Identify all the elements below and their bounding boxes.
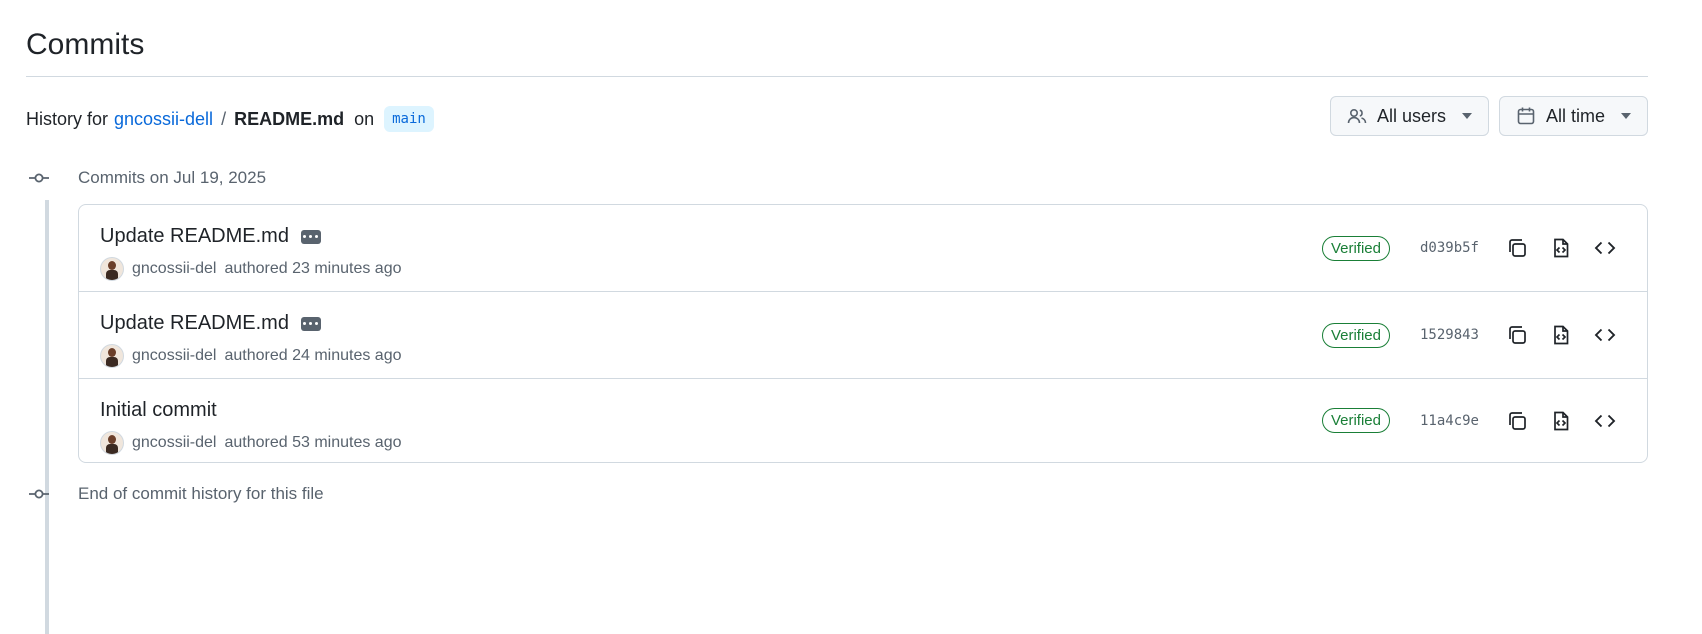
commit-title[interactable]: Update README.md [100,225,289,248]
git-commit-icon [26,172,52,184]
branch-badge[interactable]: main [384,106,434,132]
history-prefix: History for [26,108,109,129]
all-users-label: All users [1376,105,1446,126]
browse-repo-button[interactable] [1583,319,1627,351]
commit-authored-time: authored 24 minutes ago [224,347,402,364]
commit-row: Initial commit gncossii-del authored 53 … [79,379,1647,462]
commit-author[interactable]: gncossii-del [132,260,216,278]
git-commit-icon [26,488,52,500]
avatar[interactable] [100,431,124,455]
commit-authored-time: authored 23 minutes ago [224,260,402,277]
filters: All users All time [1329,96,1648,136]
timeline-line [45,200,49,634]
code-icon [1594,328,1616,342]
all-time-label: All time [1545,105,1605,126]
all-time-button[interactable]: All time [1498,96,1648,136]
ellipsis-icon[interactable] [300,229,321,244]
commit-author[interactable]: gncossii-del [132,434,216,452]
file-code-icon [1554,238,1569,258]
copy-sha-button[interactable] [1495,319,1539,351]
file-code-icon [1554,325,1569,345]
avatar[interactable] [100,257,124,281]
commit-row: Update README.md gncossii-del authored 2… [79,205,1647,292]
repo-owner-link[interactable]: gncossii-dell [114,109,213,130]
commit-title[interactable]: Initial commit [100,399,217,422]
commit-list: Update README.md gncossii-del authored 2… [78,204,1648,463]
all-users-button[interactable]: All users [1329,96,1489,136]
code-icon [1594,241,1616,255]
copy-icon [1509,326,1526,344]
commit-row: Update README.md gncossii-del authored 2… [79,292,1647,379]
code-icon [1594,414,1616,427]
commit-group-header: Commits on Jul 19, 2025 [26,160,1648,196]
page-title: Commits [26,0,1648,77]
commit-sha[interactable]: 1529843 [1420,327,1479,343]
chevron-down-icon [1461,113,1472,119]
breadcrumb-separator: / [221,108,227,129]
browse-repo-button[interactable] [1583,405,1627,437]
commit-title[interactable]: Update README.md [100,312,289,335]
end-of-history-label: End of commit history for this file [78,484,324,503]
commits-page: Commits History for gncossii-dell / READ… [26,0,1648,136]
ellipsis-icon[interactable] [300,316,321,331]
commit-author[interactable]: gncossii-del [132,347,216,365]
calendar-icon [1517,107,1535,125]
view-file-button[interactable] [1539,405,1583,437]
commit-authored-time: authored 53 minutes ago [224,434,402,451]
verified-badge[interactable]: Verified [1321,322,1390,348]
file-code-icon [1554,411,1569,430]
view-file-button[interactable] [1539,232,1583,264]
copy-sha-button[interactable] [1495,405,1539,437]
commit-history-end: End of commit history for this file [26,476,324,512]
verified-badge[interactable]: Verified [1321,408,1390,433]
commit-timeline: Commits on Jul 19, 2025 Update README.md… [26,160,1648,634]
copy-sha-button[interactable] [1495,232,1539,264]
people-icon [1347,108,1367,124]
chevron-down-icon [1621,113,1631,119]
verified-badge[interactable]: Verified [1321,235,1390,261]
commit-sha[interactable]: d039b5f [1420,240,1479,256]
history-breadcrumb: History for gncossii-dell / README.md on… [26,106,434,132]
file-name: README.md [234,108,345,129]
browse-repo-button[interactable] [1583,232,1627,264]
avatar[interactable] [100,344,124,368]
copy-icon [1509,239,1526,257]
commit-group-label: Commits on Jul 19, 2025 [78,168,267,187]
commit-sha[interactable]: 11a4c9e [1420,413,1479,429]
view-file-button[interactable] [1539,319,1583,351]
copy-icon [1509,411,1526,430]
on-label: on [354,108,375,129]
